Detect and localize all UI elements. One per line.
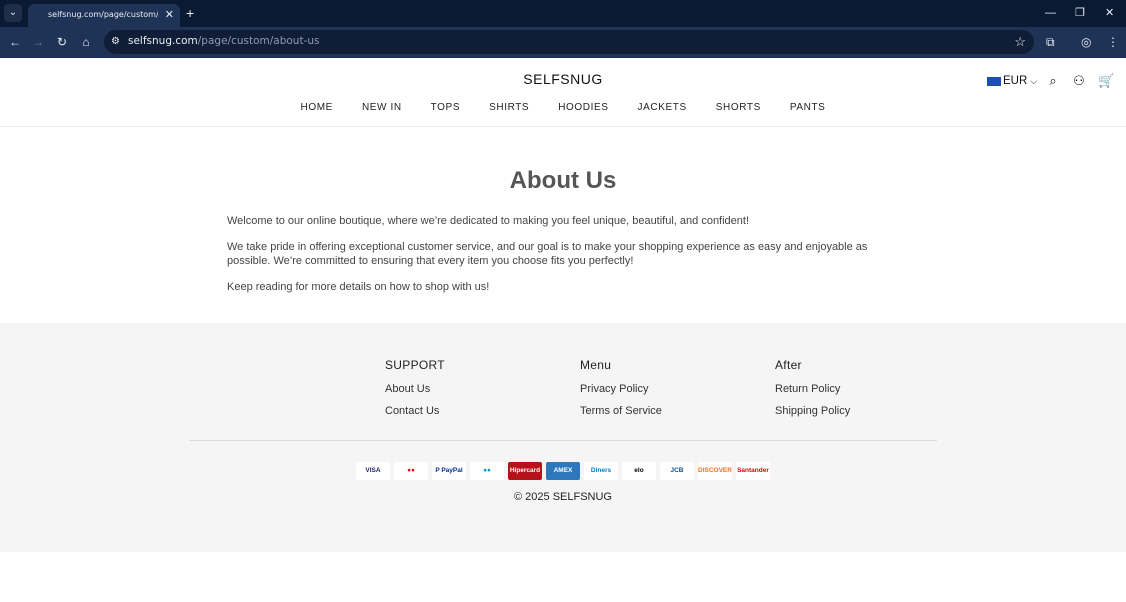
page-title: About Us	[509, 167, 617, 194]
currency-selector[interactable]: EUR ⌵	[987, 75, 1037, 87]
reload-icon[interactable]: ↻	[54, 34, 70, 50]
browser-tab[interactable]: selfsnug.com/page/custom/ab ✕	[28, 4, 180, 27]
tab-title: selfsnug.com/page/custom/ab	[48, 10, 158, 19]
footer-divider	[189, 440, 937, 441]
footer-col-title: Menu	[580, 358, 612, 372]
cart-icon[interactable]: 🛒	[1098, 73, 1114, 89]
chevron-down-icon: ⌵	[1030, 75, 1038, 86]
nav-tops[interactable]: TOPS	[431, 102, 460, 113]
nav-pants[interactable]: PANTS	[790, 102, 826, 113]
extensions-icon[interactable]: ⧉	[1046, 34, 1055, 50]
payment-p-paypal-icon: P PayPal	[432, 462, 466, 480]
menu-icon[interactable]: ⋮	[1107, 34, 1119, 50]
back-icon[interactable]: ←	[7, 34, 23, 50]
footer-col-title: SUPPORT	[385, 358, 445, 372]
footer-col-after: After Return Policy Shipping Policy	[775, 358, 850, 426]
nav-shirts[interactable]: SHIRTS	[489, 102, 529, 113]
profile-icon[interactable]: ◎	[1081, 34, 1091, 50]
main-nav: HOME NEW IN TOPS SHIRTS HOODIES JACKETS …	[0, 102, 1126, 113]
footer-link-privacy-policy[interactable]: Privacy Policy	[580, 383, 662, 395]
payment-diners-icon: Diners	[584, 462, 618, 480]
payment-elo-icon: elo	[622, 462, 656, 480]
close-icon[interactable]: ✕	[165, 8, 174, 22]
currency-label: EUR	[1003, 75, 1028, 87]
nav-hoodies[interactable]: HOODIES	[558, 102, 608, 113]
footer-col-title: After	[775, 358, 802, 372]
footer-link-about-us[interactable]: About Us	[385, 383, 445, 395]
site-header: SELFSNUG EUR ⌵ ⌕ ⚇ 🛒 HOME NEW IN TOPS SH…	[0, 58, 1126, 127]
forward-icon[interactable]: →	[30, 34, 46, 50]
restore-icon[interactable]: ❐	[1075, 5, 1085, 21]
footer-link-shipping-policy[interactable]: Shipping Policy	[775, 405, 850, 417]
paragraph-keep-reading: Keep reading for more details on how to …	[227, 281, 490, 293]
close-window-icon[interactable]: ✕	[1105, 5, 1114, 21]
eu-flag-icon	[987, 76, 1001, 86]
nav-home[interactable]: HOME	[301, 102, 333, 113]
payment-discover-icon: DISCOVER	[698, 462, 732, 480]
payment-icons: VISA ●● P PayPal ●● Hipercard AMEX Diners elo JC…	[0, 462, 1126, 480]
payment--icon: ●●	[470, 462, 504, 480]
payment-amex-icon: AMEX	[546, 462, 580, 480]
footer-link-contact-us[interactable]: Contact Us	[385, 405, 445, 417]
site-footer: SUPPORT About Us Contact Us Menu Privacy…	[0, 323, 1126, 552]
browser-tab-bar: ⌄ selfsnug.com/page/custom/ab ✕ + — ❐ ✕	[0, 0, 1126, 27]
payment-santander-icon: Santander	[736, 462, 770, 480]
paragraph-welcome: Welcome to our online boutique, where we…	[227, 215, 750, 227]
payment-jcb-icon: JCB	[660, 462, 694, 480]
plus-icon[interactable]: +	[186, 4, 194, 22]
nav-new-in[interactable]: NEW IN	[362, 102, 402, 113]
footer-col-menu: Menu Privacy Policy Terms of Service	[580, 358, 662, 426]
paragraph-service: We take pride in offering exceptional cu…	[227, 241, 868, 267]
home-icon[interactable]: ⌂	[78, 34, 94, 50]
nav-jackets[interactable]: JACKETS	[638, 102, 687, 113]
payment-hipercard-icon: Hipercard	[508, 462, 542, 480]
footer-link-terms-of-service[interactable]: Terms of Service	[580, 405, 662, 417]
url-field[interactable]: ⚙ selfsnug.com/page/custom/about-us ☆	[104, 30, 1034, 54]
payment-visa-icon: VISA	[356, 462, 390, 480]
tab-search-icon[interactable]: ⌄	[4, 4, 22, 22]
footer-link-return-policy[interactable]: Return Policy	[775, 383, 850, 395]
site-logo[interactable]: SELFSNUG	[0, 71, 1126, 87]
copyright: © 2025 SELFSNUG	[514, 491, 612, 503]
minimize-icon[interactable]: —	[1045, 5, 1056, 21]
url-text[interactable]: selfsnug.com/page/custom/about-us	[128, 35, 319, 47]
star-icon[interactable]: ☆	[1014, 33, 1026, 50]
search-icon[interactable]: ⌕	[1046, 73, 1060, 89]
nav-shorts[interactable]: SHORTS	[716, 102, 761, 113]
footer-col-support: SUPPORT About Us Contact Us	[385, 358, 445, 426]
payment--icon: ●●	[394, 462, 428, 480]
address-bar: ← → ↻ ⌂ ⚙ selfsnug.com/page/custom/about…	[0, 27, 1126, 58]
account-icon[interactable]: ⚇	[1072, 73, 1086, 89]
main-content: About Us Welcome to our online boutique,…	[0, 127, 1126, 323]
site-info-icon[interactable]: ⚙	[111, 35, 120, 49]
